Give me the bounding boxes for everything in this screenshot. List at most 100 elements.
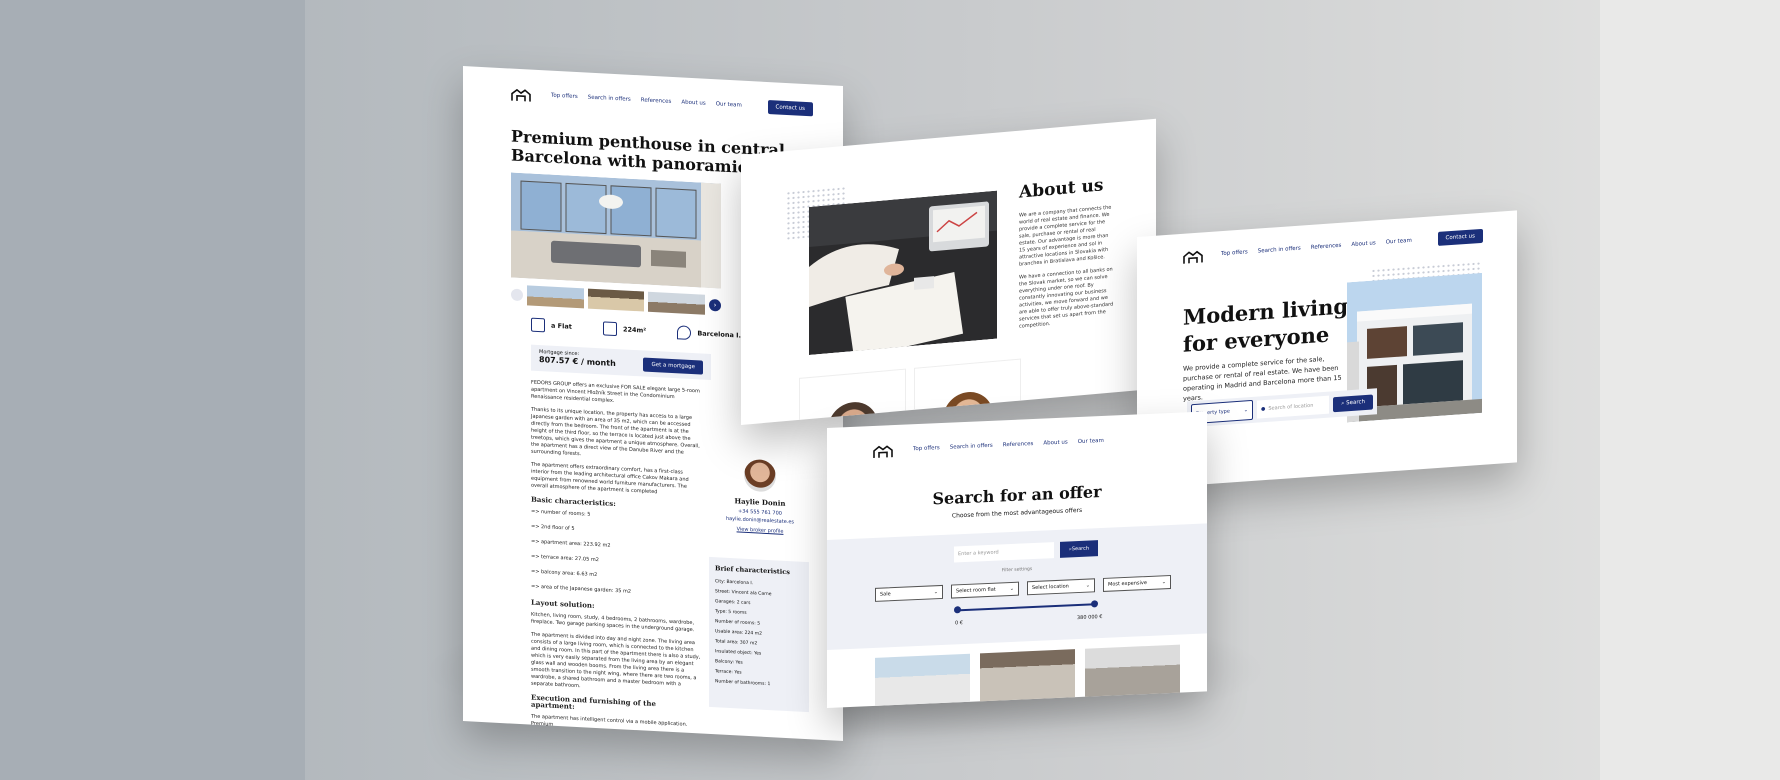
offer-image[interactable] <box>1085 644 1180 699</box>
search-offer-page: Top offers Search in offers References A… <box>827 411 1207 708</box>
avatar <box>744 458 776 493</box>
house-logo-icon[interactable] <box>873 443 893 458</box>
price-range-slider[interactable] <box>954 600 1098 614</box>
location-select[interactable]: Select location ⌄ <box>1027 578 1095 596</box>
chevron-down-icon: ⌄ <box>1009 585 1014 593</box>
search-button[interactable]: ⌕ Search <box>1333 393 1373 412</box>
background-right <box>1600 0 1780 780</box>
agent-name: Haylie Donin <box>734 496 786 508</box>
paragraph: The apartment offers extraordinary comfo… <box>531 461 689 496</box>
nav-search-offers[interactable]: Search in offers <box>1258 246 1301 255</box>
search-label: Search <box>1346 398 1365 406</box>
nav-references[interactable]: References <box>641 97 672 105</box>
agent-card: Haylie Donin +34 555 761 700 haylie.doni… <box>715 457 805 536</box>
offer-image[interactable] <box>980 649 1075 704</box>
about-us-page: About us We are a company that connects … <box>741 118 1156 426</box>
nav-about-us[interactable]: About us <box>1351 240 1375 248</box>
avatar <box>943 389 993 426</box>
search-button[interactable]: ⌕ Search <box>1060 540 1098 558</box>
about-title: About us <box>1019 175 1104 203</box>
view-profile-link[interactable]: View broker profile <box>715 525 805 536</box>
select-value: Sale <box>880 591 891 598</box>
range-max-handle[interactable] <box>1091 600 1098 608</box>
paragraph: Thanks to its unique location, the prope… <box>531 406 700 458</box>
range-min-label: 0 € <box>955 620 963 627</box>
nav-search-offers[interactable]: Search in offers <box>588 95 631 103</box>
hero-photo[interactable] <box>511 172 721 289</box>
nav-top-offers[interactable]: Top offers <box>913 445 940 452</box>
nav-top-offers[interactable]: Top offers <box>551 93 578 100</box>
filter-selects: Sale ⌄ Select room flat ⌄ Select location ⌄… <box>875 574 1171 602</box>
select-value: Most expensive <box>1108 580 1147 588</box>
nav-our-team[interactable]: Our team <box>1386 238 1412 246</box>
paragraph: We are a company that connects the world… <box>1019 204 1112 268</box>
nav-top-offers[interactable]: Top offers <box>1221 249 1248 257</box>
offer-image[interactable] <box>875 653 970 708</box>
header: Top offers Search in offers References A… <box>1183 225 1483 266</box>
mortgage-box: Mortgage since: 807.57 € / month Get a m… <box>531 344 711 381</box>
chevron-left-icon[interactable] <box>511 288 523 302</box>
team-card[interactable] <box>914 358 1021 426</box>
house-logo-icon[interactable] <box>511 87 531 102</box>
hero-title: Modern living for everyone <box>1183 292 1353 358</box>
contact-us-button[interactable]: Contact us <box>1437 228 1483 246</box>
nav-our-team[interactable]: Our team <box>716 101 742 108</box>
room-select[interactable]: Select room flat ⌄ <box>951 581 1019 599</box>
thumbnail[interactable] <box>527 285 584 309</box>
nav-about-us[interactable]: About us <box>681 99 705 106</box>
paragraph: We have a connection to all banks on the… <box>1019 266 1114 330</box>
search-icon: ⌕ <box>1341 400 1345 407</box>
contact-us-button[interactable]: Contact us <box>767 100 813 117</box>
sort-select[interactable]: Most expensive ⌄ <box>1103 574 1171 592</box>
area-icon <box>602 321 617 337</box>
thumbnail[interactable] <box>587 288 645 312</box>
list-item: => apartment area: 223.92 m2 <box>531 538 611 549</box>
get-mortgage-button[interactable]: Get a mortgage <box>643 357 703 375</box>
nav-search-offers[interactable]: Search in offers <box>950 443 993 451</box>
brief-characteristics: Brief characteristics City: Barcelona I.… <box>709 556 809 713</box>
offer-type-select[interactable]: Sale ⌄ <box>875 584 943 602</box>
header: Top offers Search in offers References A… <box>511 83 813 119</box>
keyword-input[interactable]: Enter a keyword <box>954 542 1054 563</box>
select-value: Select room flat <box>956 586 996 595</box>
main-nav: Top offers Search in offers References A… <box>551 93 742 109</box>
nav-references[interactable]: References <box>1311 243 1342 251</box>
location-pin-icon: ● <box>1261 406 1266 413</box>
thumbnail[interactable] <box>648 291 706 315</box>
location-pin-icon <box>677 325 692 341</box>
header: Top offers Search in offers References A… <box>873 426 1197 460</box>
about-text: We are a company that connects the world… <box>1019 204 1114 336</box>
paragraph: The apartment is divided into day and ni… <box>531 631 701 690</box>
nav-references[interactable]: References <box>1003 441 1034 448</box>
list-item: => number of rooms: 5 <box>531 508 591 518</box>
property-specs: a Flat 224m² Barcelona I. <box>531 317 741 343</box>
about-photo <box>809 190 997 356</box>
chevron-down-icon: ⌄ <box>1085 582 1090 589</box>
location-input[interactable]: ● Search of location <box>1257 395 1330 419</box>
spec-type: a Flat <box>531 317 572 334</box>
location-placeholder: Search of location <box>1268 402 1314 412</box>
range-max-label: 380 000 € <box>1077 613 1103 622</box>
list-item: => balcony area: 6.63 m2 <box>531 568 598 579</box>
nav-about-us[interactable]: About us <box>1043 439 1067 446</box>
range-min-handle[interactable] <box>954 606 961 614</box>
spec-area: 224m² <box>602 321 646 337</box>
select-value: Select location <box>1032 583 1069 592</box>
main-nav: Top offers Search in offers References A… <box>1221 238 1412 257</box>
spec-location: Barcelona I. <box>677 325 741 342</box>
list-item: => terrace area: 27.05 m2 <box>531 553 599 564</box>
chevron-down-icon: ⌄ <box>933 589 938 596</box>
nav-our-team[interactable]: Our team <box>1078 438 1104 445</box>
paragraph: Kitchen, living room, study, 4 bedrooms,… <box>531 611 695 634</box>
team-card[interactable] <box>799 368 906 426</box>
main-nav: Top offers Search in offers References A… <box>913 438 1104 452</box>
building-icon <box>531 317 545 333</box>
paragraph: FEDORS GROUP offers an exclusive FOR SAL… <box>531 379 700 404</box>
chevron-down-icon: ⌄ <box>1161 579 1166 586</box>
list-item: => 2nd floor of 5 <box>531 523 575 532</box>
chevron-right-icon[interactable]: › <box>709 298 722 312</box>
execution-heading: Execution and furnishing of the apartmen… <box>531 692 656 711</box>
filter-panel: Enter a keyword ⌕ Search Filter settings… <box>827 523 1207 650</box>
house-logo-icon[interactable] <box>1183 248 1203 264</box>
search-label: Search <box>1071 545 1089 553</box>
